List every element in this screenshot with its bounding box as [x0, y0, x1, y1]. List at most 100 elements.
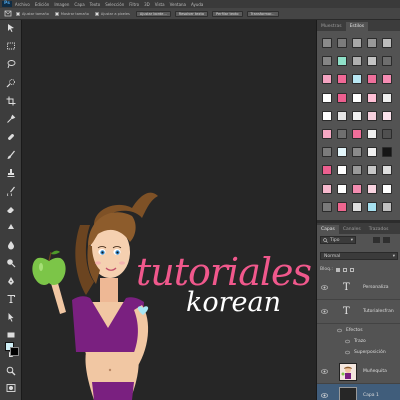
- style-swatch[interactable]: [382, 201, 392, 212]
- style-swatch[interactable]: [322, 74, 332, 85]
- layer-row[interactable]: T Tutorialesfran: [317, 300, 400, 324]
- lasso-icon[interactable]: [4, 58, 18, 70]
- style-swatch[interactable]: [352, 92, 362, 103]
- style-swatch[interactable]: [352, 38, 362, 48]
- tab-trazados[interactable]: Trazados: [365, 225, 393, 234]
- quick-mask-icon[interactable]: [4, 382, 18, 394]
- style-swatch[interactable]: [367, 183, 377, 194]
- document-canvas[interactable]: tutoriales korean: [22, 20, 316, 400]
- effect-item[interactable]: Superposición: [345, 350, 386, 355]
- blur-icon[interactable]: [4, 239, 18, 251]
- style-swatch[interactable]: [382, 183, 392, 194]
- option-checkbox-3[interactable]: Ajustar a píxeles: [94, 11, 130, 16]
- style-swatch[interactable]: [352, 56, 362, 67]
- filter-image-icon[interactable]: [373, 237, 380, 243]
- style-swatch[interactable]: [367, 165, 377, 176]
- style-swatch[interactable]: [337, 38, 347, 48]
- style-swatch[interactable]: [367, 110, 377, 121]
- eye-icon[interactable]: [321, 393, 328, 398]
- layer-row[interactable]: T Personaliza: [317, 276, 400, 300]
- style-swatch[interactable]: [337, 110, 347, 121]
- style-swatch[interactable]: [352, 110, 362, 121]
- lock-pixels-icon[interactable]: [342, 267, 347, 272]
- tab-capas[interactable]: Capas: [317, 225, 339, 234]
- marquee-icon[interactable]: [4, 40, 18, 52]
- layer-row[interactable]: Muñequita: [317, 360, 400, 384]
- style-swatch[interactable]: [382, 38, 392, 48]
- path-selection-icon[interactable]: [4, 311, 18, 323]
- style-swatch[interactable]: [382, 129, 392, 139]
- clone-stamp-icon[interactable]: [4, 167, 18, 179]
- style-swatch[interactable]: [322, 38, 332, 48]
- blend-mode-select[interactable]: Normal ▾: [320, 252, 398, 260]
- tab-muestras[interactable]: Muestras: [317, 22, 346, 31]
- menu-archivo[interactable]: Archivo: [15, 2, 30, 7]
- menu-seleccion[interactable]: Selección: [105, 2, 124, 7]
- layer-filter-select[interactable]: Tipo ▾: [320, 236, 356, 244]
- style-swatch[interactable]: [352, 74, 362, 85]
- style-swatch[interactable]: [337, 129, 347, 139]
- option-checkbox-2[interactable]: Mostrar tamaño: [54, 11, 89, 16]
- menu-3d[interactable]: 3D: [144, 2, 150, 7]
- gradient-icon[interactable]: [4, 221, 18, 233]
- style-swatch[interactable]: [322, 92, 332, 103]
- style-swatch[interactable]: [337, 147, 347, 158]
- eye-icon[interactable]: [321, 369, 328, 374]
- healing-brush-icon[interactable]: [4, 131, 18, 143]
- option-button-1[interactable]: Ajustar borde...: [135, 10, 171, 17]
- eyedropper-icon[interactable]: [4, 113, 18, 125]
- style-swatch[interactable]: [367, 74, 377, 85]
- brush-icon[interactable]: [4, 149, 18, 161]
- style-swatch[interactable]: [367, 147, 377, 158]
- style-swatch[interactable]: [322, 56, 332, 67]
- style-swatch[interactable]: [382, 74, 392, 85]
- filter-adjust-icon[interactable]: [383, 237, 390, 243]
- screen-mode-icon[interactable]: [4, 396, 18, 400]
- style-swatch[interactable]: [382, 92, 392, 103]
- zoom-icon[interactable]: [4, 365, 18, 377]
- option-button-2[interactable]: Resolver texto: [174, 10, 208, 17]
- eraser-icon[interactable]: [4, 203, 18, 215]
- style-swatch[interactable]: [337, 74, 347, 85]
- style-swatch[interactable]: [352, 147, 362, 158]
- style-swatch[interactable]: [382, 56, 392, 67]
- style-swatch[interactable]: [382, 165, 392, 176]
- background-color[interactable]: [10, 347, 19, 356]
- style-swatch[interactable]: [337, 183, 347, 194]
- type-icon[interactable]: [4, 293, 18, 305]
- style-swatch[interactable]: [352, 183, 362, 194]
- style-swatch[interactable]: [322, 129, 332, 139]
- crop-icon[interactable]: [4, 95, 18, 107]
- style-swatch[interactable]: [322, 165, 332, 176]
- style-swatch[interactable]: [352, 129, 362, 139]
- dodge-icon[interactable]: [4, 257, 18, 269]
- quick-selection-icon[interactable]: [4, 77, 18, 89]
- style-swatch[interactable]: [367, 129, 377, 139]
- style-swatch[interactable]: [337, 165, 347, 176]
- menu-edicion[interactable]: Edición: [35, 2, 49, 7]
- style-swatch[interactable]: [322, 110, 332, 121]
- style-swatch[interactable]: [382, 110, 392, 121]
- option-button-3[interactable]: Perfilar texto: [212, 10, 243, 17]
- style-swatch[interactable]: [382, 147, 392, 158]
- option-button-4[interactable]: Transformar...: [246, 10, 279, 17]
- style-swatch[interactable]: [337, 56, 347, 67]
- style-swatch[interactable]: [322, 183, 332, 194]
- layer-row-selected[interactable]: Capa 1: [317, 384, 400, 400]
- style-swatch[interactable]: [367, 92, 377, 103]
- style-swatch[interactable]: [322, 201, 332, 212]
- style-swatch[interactable]: [322, 147, 332, 158]
- effect-item[interactable]: Trazo: [345, 339, 366, 344]
- history-brush-icon[interactable]: [4, 185, 18, 197]
- menu-vista[interactable]: Vista: [155, 2, 165, 7]
- style-swatch[interactable]: [337, 201, 347, 212]
- style-swatch[interactable]: [352, 165, 362, 176]
- style-swatch[interactable]: [367, 201, 377, 212]
- lock-transparency-icon[interactable]: [335, 267, 340, 272]
- eye-icon[interactable]: [321, 309, 328, 314]
- menu-ventana[interactable]: Ventana: [170, 2, 186, 7]
- move-icon[interactable]: [4, 22, 18, 34]
- style-swatch[interactable]: [367, 38, 377, 48]
- eye-icon[interactable]: [321, 285, 328, 290]
- rectangle-icon[interactable]: [4, 329, 18, 341]
